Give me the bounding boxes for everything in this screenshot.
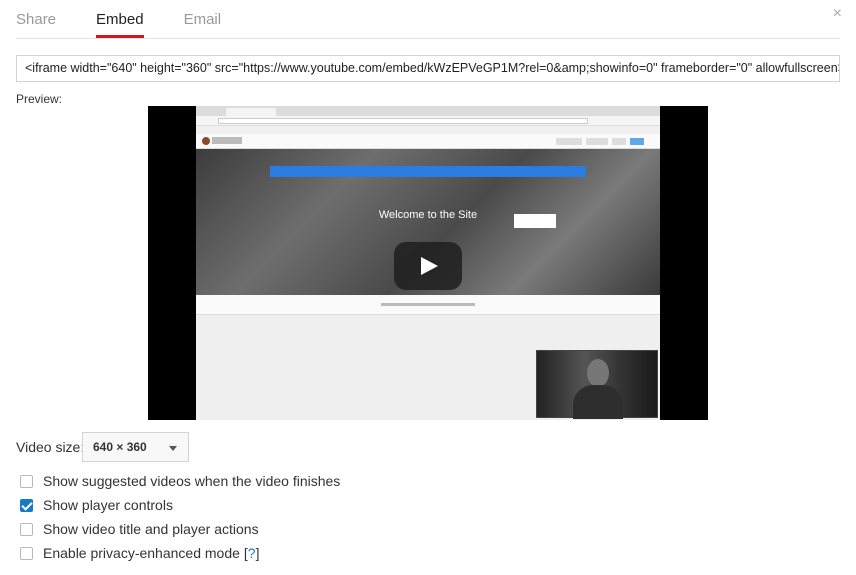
option-video-title[interactable]: Show video title and player actions (20, 521, 259, 537)
video-size-select[interactable]: 640 × 360 (82, 432, 189, 462)
site-search-box (514, 214, 556, 228)
tab-share[interactable]: Share (16, 0, 56, 38)
preview-label: Preview: (16, 92, 63, 106)
browser-url-bar (196, 116, 660, 126)
video-size-value: 640 × 360 (93, 440, 147, 454)
tab-divider (16, 38, 840, 39)
video-frame-title: Welcome to the Site (378, 209, 478, 221)
browser-bookmarks (196, 126, 660, 134)
site-menu-bar (270, 166, 586, 177)
site-header (196, 134, 660, 149)
browser-titlebar (196, 106, 660, 122)
privacy-mode-checkbox[interactable] (20, 546, 33, 560)
close-icon[interactable]: × (833, 5, 842, 23)
chevron-down-icon (169, 446, 177, 451)
share-tabs: Share Embed Email (16, 0, 261, 38)
option-label: Show player controls (43, 497, 173, 513)
tab-email[interactable]: Email (184, 0, 222, 38)
tab-embed[interactable]: Embed (96, 0, 144, 38)
privacy-help-link[interactable]: ? (248, 545, 256, 561)
site-footer (196, 295, 660, 315)
option-privacy-mode[interactable]: Enable privacy-enhanced mode [?] (20, 545, 259, 561)
player-controls-checkbox[interactable] (20, 498, 33, 512)
site-logo-icon (202, 137, 210, 145)
option-label: Show suggested videos when the video fin… (43, 473, 341, 489)
play-icon[interactable] (394, 242, 462, 290)
webcam-overlay (536, 350, 658, 419)
option-player-controls[interactable]: Show player controls (20, 497, 173, 513)
option-suggested-videos[interactable]: Show suggested videos when the video fin… (20, 473, 340, 489)
option-label: Enable privacy-enhanced mode (43, 545, 240, 561)
option-label: Show video title and player actions (43, 521, 259, 537)
suggested-videos-checkbox[interactable] (20, 474, 33, 488)
video-size-label: Video size: (16, 439, 85, 455)
video-title-checkbox[interactable] (20, 522, 33, 536)
video-preview-player[interactable]: Welcome to the Site (148, 106, 708, 420)
embed-code-input[interactable]: <iframe width="640" height="360" src="ht… (16, 55, 840, 82)
